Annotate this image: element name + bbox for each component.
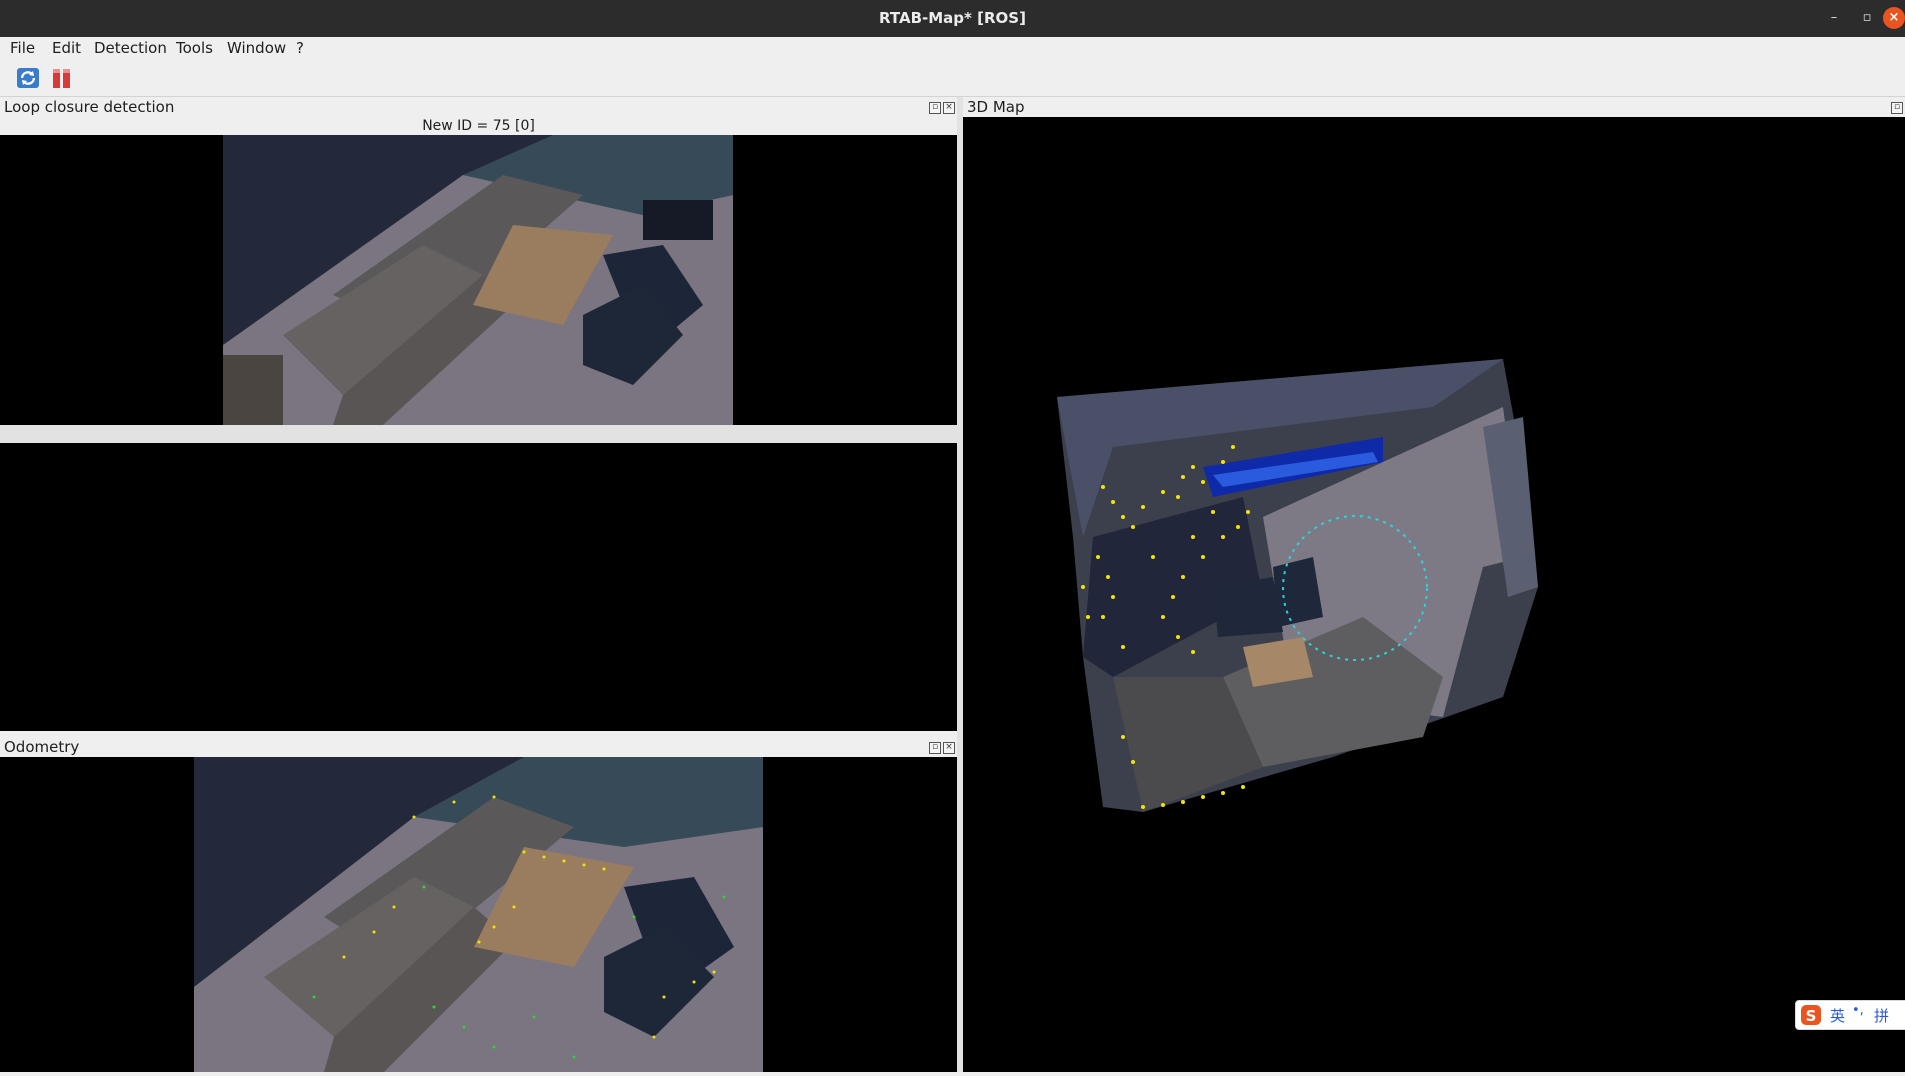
- map3d-viewport[interactable]: [963, 117, 1905, 1072]
- toolbar: [0, 59, 1905, 97]
- maximize-button[interactable]: ▫: [1856, 7, 1878, 29]
- svg-text:S: S: [1806, 1007, 1817, 1025]
- menu-detection[interactable]: Detection: [94, 37, 167, 59]
- menu-help[interactable]: ?: [296, 37, 304, 59]
- menu-tools[interactable]: Tools: [176, 37, 213, 59]
- ime-lang: 英: [1830, 1007, 1846, 1025]
- menu-window[interactable]: Window: [227, 37, 286, 59]
- point-cloud-render: [1057, 359, 1538, 812]
- dock-float-icon[interactable]: ▫: [1891, 102, 1903, 114]
- dock-close-icon[interactable]: ×: [943, 102, 955, 114]
- minimize-button[interactable]: –: [1823, 7, 1845, 29]
- dock-close-icon[interactable]: ×: [943, 742, 955, 754]
- menu-bar: File Edit Detection Tools Window ?: [0, 37, 1905, 59]
- odometry-image: [194, 757, 763, 1072]
- sogou-logo-icon: S: [1801, 1005, 1821, 1025]
- dock-float-icon[interactable]: ▫: [929, 102, 941, 114]
- pause-icon[interactable]: [49, 65, 75, 91]
- loop-closure-dock-title: Loop closure detection: [4, 97, 924, 117]
- loop-closure-new-image: [223, 135, 733, 425]
- panel-splitter[interactable]: [0, 425, 957, 443]
- odometry-dock-title: Odometry: [4, 737, 924, 757]
- map3d-dock-title: 3D Map: [967, 97, 1887, 117]
- menu-file[interactable]: File: [10, 37, 35, 59]
- new-id-label: New ID = 75 [0]: [422, 118, 535, 134]
- window-title-bar: RTAB-Map* [ROS] – ▫ ×: [0, 0, 1905, 37]
- menu-edit[interactable]: Edit: [52, 37, 81, 59]
- ime-mode: 拼: [1874, 1007, 1890, 1025]
- window-title: RTAB-Map* [ROS]: [879, 9, 1026, 27]
- ime-indicator[interactable]: S 英 •, 拼: [1795, 1000, 1905, 1030]
- loop-closure-match-image-panel: [0, 443, 957, 731]
- ime-punct: •,: [1852, 1003, 1864, 1018]
- close-button[interactable]: ×: [1883, 7, 1905, 29]
- refresh-icon[interactable]: [15, 65, 41, 91]
- dock-float-icon[interactable]: ▫: [929, 742, 941, 754]
